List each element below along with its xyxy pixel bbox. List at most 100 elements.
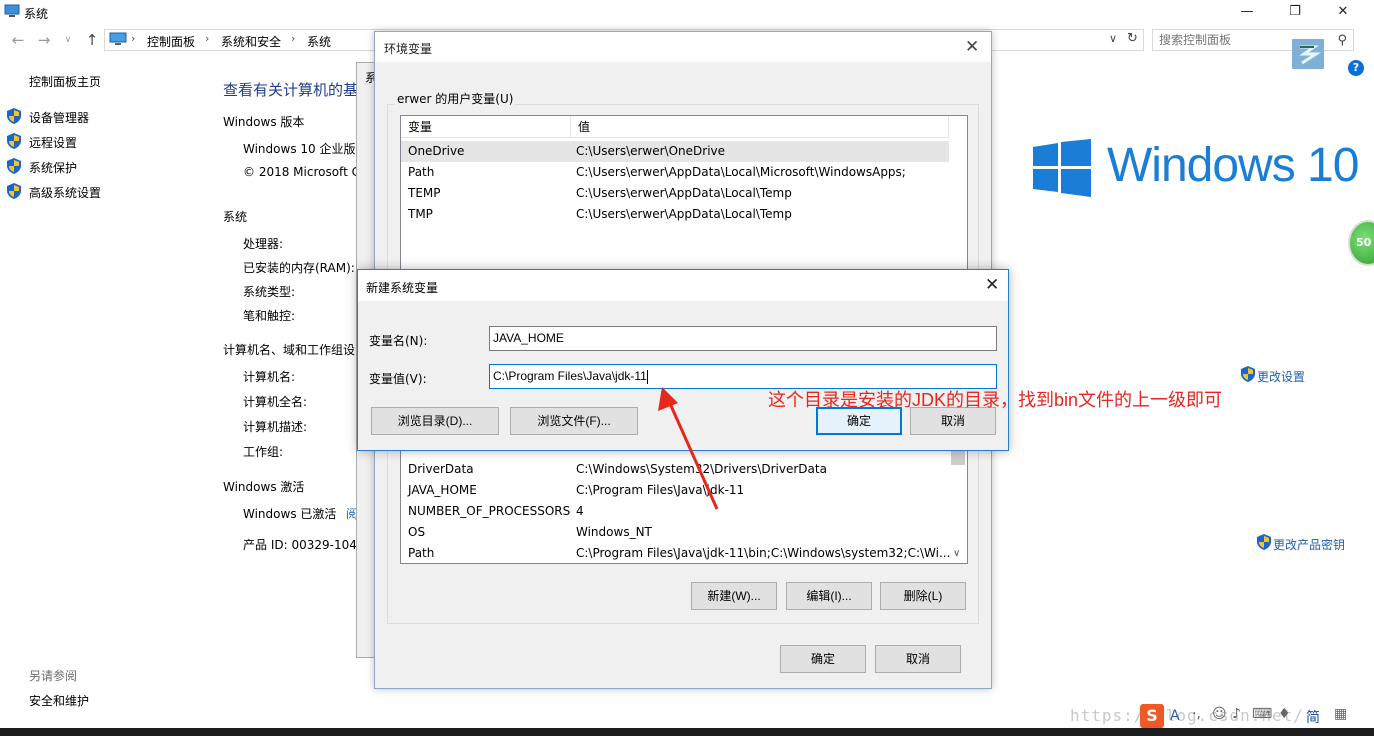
variable-value-label: 变量值(V): — [369, 372, 427, 386]
variable-value: C:\Program Files\Java\jdk-11\bin;C:\Wind… — [576, 546, 951, 560]
voice-icon[interactable]: ♪ — [1232, 706, 1241, 722]
breadcrumb-control-panel[interactable]: 控制面板 — [147, 33, 195, 50]
variable-name: TEMP — [408, 186, 441, 200]
scroll-down-icon[interactable]: ∨ — [953, 548, 960, 559]
security-maintenance-link[interactable]: 安全和维护 — [29, 692, 89, 709]
ram-label: 已安装的内存(RAM): — [243, 261, 355, 275]
sidebar-item-system-protection[interactable]: 系统保护 — [29, 159, 77, 176]
env-dialog-title: 环境变量 — [384, 42, 433, 56]
user-variables-label: erwer 的用户变量(U) — [395, 90, 516, 107]
list-item[interactable]: OneDrive C:\Users\erwer\OneDrive — [401, 141, 949, 162]
new-dialog-title-bar: 新建系统变量 ✕ — [358, 270, 1008, 301]
system-section-heading: 系统 — [223, 210, 248, 224]
input-mode-icon[interactable]: A — [1170, 708, 1180, 724]
toolbox-icon[interactable]: ▦ — [1334, 706, 1347, 722]
variable-name: OS — [408, 525, 426, 539]
text-cursor — [646, 369, 648, 384]
sidebar-item-device-manager[interactable]: 设备管理器 — [29, 109, 89, 126]
browse-file-button[interactable]: 浏览文件(F)... — [510, 407, 638, 435]
help-icon[interactable]: ? — [1348, 60, 1364, 76]
list-item[interactable]: Path C:\Users\erwer\AppData\Local\Micros… — [401, 162, 949, 183]
refresh-icon[interactable]: ↻ — [1127, 31, 1138, 46]
sidebar-home-link[interactable]: 控制面板主页 — [29, 73, 101, 90]
delete-variable-button[interactable]: 删除(L) — [880, 582, 966, 610]
close-button[interactable]: ✕ — [1320, 0, 1366, 26]
edition-value: Windows 10 企业版 — [243, 142, 356, 156]
variable-name: Path — [408, 165, 435, 179]
chevron-right-icon: › — [131, 32, 136, 45]
pen-touch-label: 笔和触控: — [243, 309, 296, 323]
new-dialog-close-icon[interactable]: ✕ — [985, 275, 999, 295]
keyboard-icon[interactable]: ⌨ — [1252, 706, 1272, 722]
list-item[interactable]: TEMP C:\Users\erwer\AppData\Local\Temp — [401, 183, 949, 204]
emoji-icon[interactable]: ☺ — [1212, 706, 1227, 722]
activation-status: Windows 已激活 — [243, 507, 337, 521]
variable-name: Path — [408, 546, 435, 560]
forward-arrow-icon[interactable]: → — [34, 30, 54, 50]
shield-icon — [7, 183, 21, 199]
back-arrow-icon[interactable]: ← — [8, 30, 28, 50]
sogou-ime-icon[interactable]: S — [1140, 704, 1164, 728]
system-type-label: 系统类型: — [243, 285, 296, 299]
variable-name: TMP — [408, 207, 433, 221]
breadcrumb-system[interactable]: 系统 — [307, 33, 331, 50]
shield-icon — [7, 133, 21, 149]
browse-directory-button[interactable]: 浏览目录(D)... — [371, 407, 499, 435]
annotation-arrow-icon — [658, 387, 719, 510]
sidebar-item-advanced-settings[interactable]: 高级系统设置 — [29, 184, 101, 201]
edition-section-heading: Windows 版本 — [223, 115, 305, 129]
variable-value-text: C:\Program Files\Java\jdk-11 — [493, 369, 647, 383]
list-item[interactable]: Path C:\Program Files\Java\jdk-11\bin;C:… — [401, 543, 951, 563]
list-item[interactable]: OS Windows_NT — [401, 522, 949, 543]
computer-icon — [109, 32, 127, 45]
processor-label: 处理器: — [243, 237, 284, 251]
change-settings-link[interactable]: 更改设置 — [1257, 368, 1305, 385]
column-header-value[interactable]: 值 — [571, 116, 949, 138]
list-item[interactable]: TMP C:\Users\erwer\AppData\Local\Temp — [401, 204, 949, 225]
shield-icon — [1257, 534, 1271, 550]
computer-name-label: 计算机名: — [243, 370, 296, 384]
computer-description-label: 计算机描述: — [243, 420, 308, 434]
recent-chevron-icon[interactable]: ∨ — [58, 30, 78, 50]
see-also-heading: 另请参阅 — [29, 669, 78, 683]
minimize-button[interactable]: — — [1224, 0, 1270, 26]
env-ok-button[interactable]: 确定 — [780, 645, 866, 673]
full-computer-name-label: 计算机全名: — [243, 395, 308, 409]
taskbar — [0, 728, 1374, 736]
up-arrow-icon[interactable]: ↑ — [82, 30, 102, 50]
activation-section-heading: Windows 激活 — [223, 480, 305, 494]
app-logo-icon — [1292, 39, 1324, 69]
shield-icon — [1241, 366, 1255, 382]
user-variables-list[interactable]: 变量 值 OneDrive C:\Users\erwer\OneDrive Pa… — [400, 115, 968, 285]
sidebar-item-remote-settings[interactable]: 远程设置 — [29, 134, 77, 151]
skin-icon[interactable]: ♦ — [1278, 706, 1291, 722]
maximize-button[interactable]: ❐ — [1272, 0, 1318, 26]
chevron-right-icon: › — [291, 32, 296, 45]
change-product-key-link[interactable]: 更改产品密钥 — [1273, 536, 1345, 553]
new-dialog-title: 新建系统变量 — [366, 281, 439, 295]
window-title: 系统 — [24, 7, 49, 21]
variable-name: JAVA_HOME — [408, 483, 477, 497]
address-dropdown-icon[interactable]: ∨ — [1109, 32, 1117, 45]
variable-value: C:\Users\erwer\AppData\Local\Temp — [576, 186, 792, 200]
breadcrumb-system-security[interactable]: 系统和安全 — [221, 33, 281, 50]
computer-section-heading: 计算机名、域和工作组设 — [223, 343, 356, 357]
page-title: 查看有关计算机的基 — [223, 81, 359, 99]
variable-name: NUMBER_OF_PROCESSORS — [408, 504, 571, 518]
search-icon[interactable]: ⚲ — [1337, 33, 1347, 48]
punctuation-icon[interactable]: ·, — [1192, 706, 1201, 722]
system-icon — [4, 4, 20, 17]
edit-variable-button[interactable]: 编辑(I)... — [786, 582, 872, 610]
env-cancel-button[interactable]: 取消 — [875, 645, 961, 673]
variable-value: Windows_NT — [576, 525, 652, 539]
column-header-variable[interactable]: 变量 — [401, 116, 571, 138]
variable-name-field[interactable]: JAVA_HOME — [489, 326, 997, 351]
new-variable-button[interactable]: 新建(W)... — [691, 582, 777, 610]
annotation-text: 这个目录是安装的JDK的目录，找到bin文件的上一级即可 — [768, 390, 1223, 410]
ime-language-label[interactable]: 简 — [1306, 707, 1320, 727]
speed-badge[interactable]: 50 — [1348, 220, 1374, 266]
shield-icon — [7, 108, 21, 124]
shield-icon — [7, 158, 21, 174]
title-bar: 系统 — ❐ ✕ — [0, 0, 1374, 26]
env-dialog-close-icon[interactable]: ✕ — [965, 37, 979, 57]
